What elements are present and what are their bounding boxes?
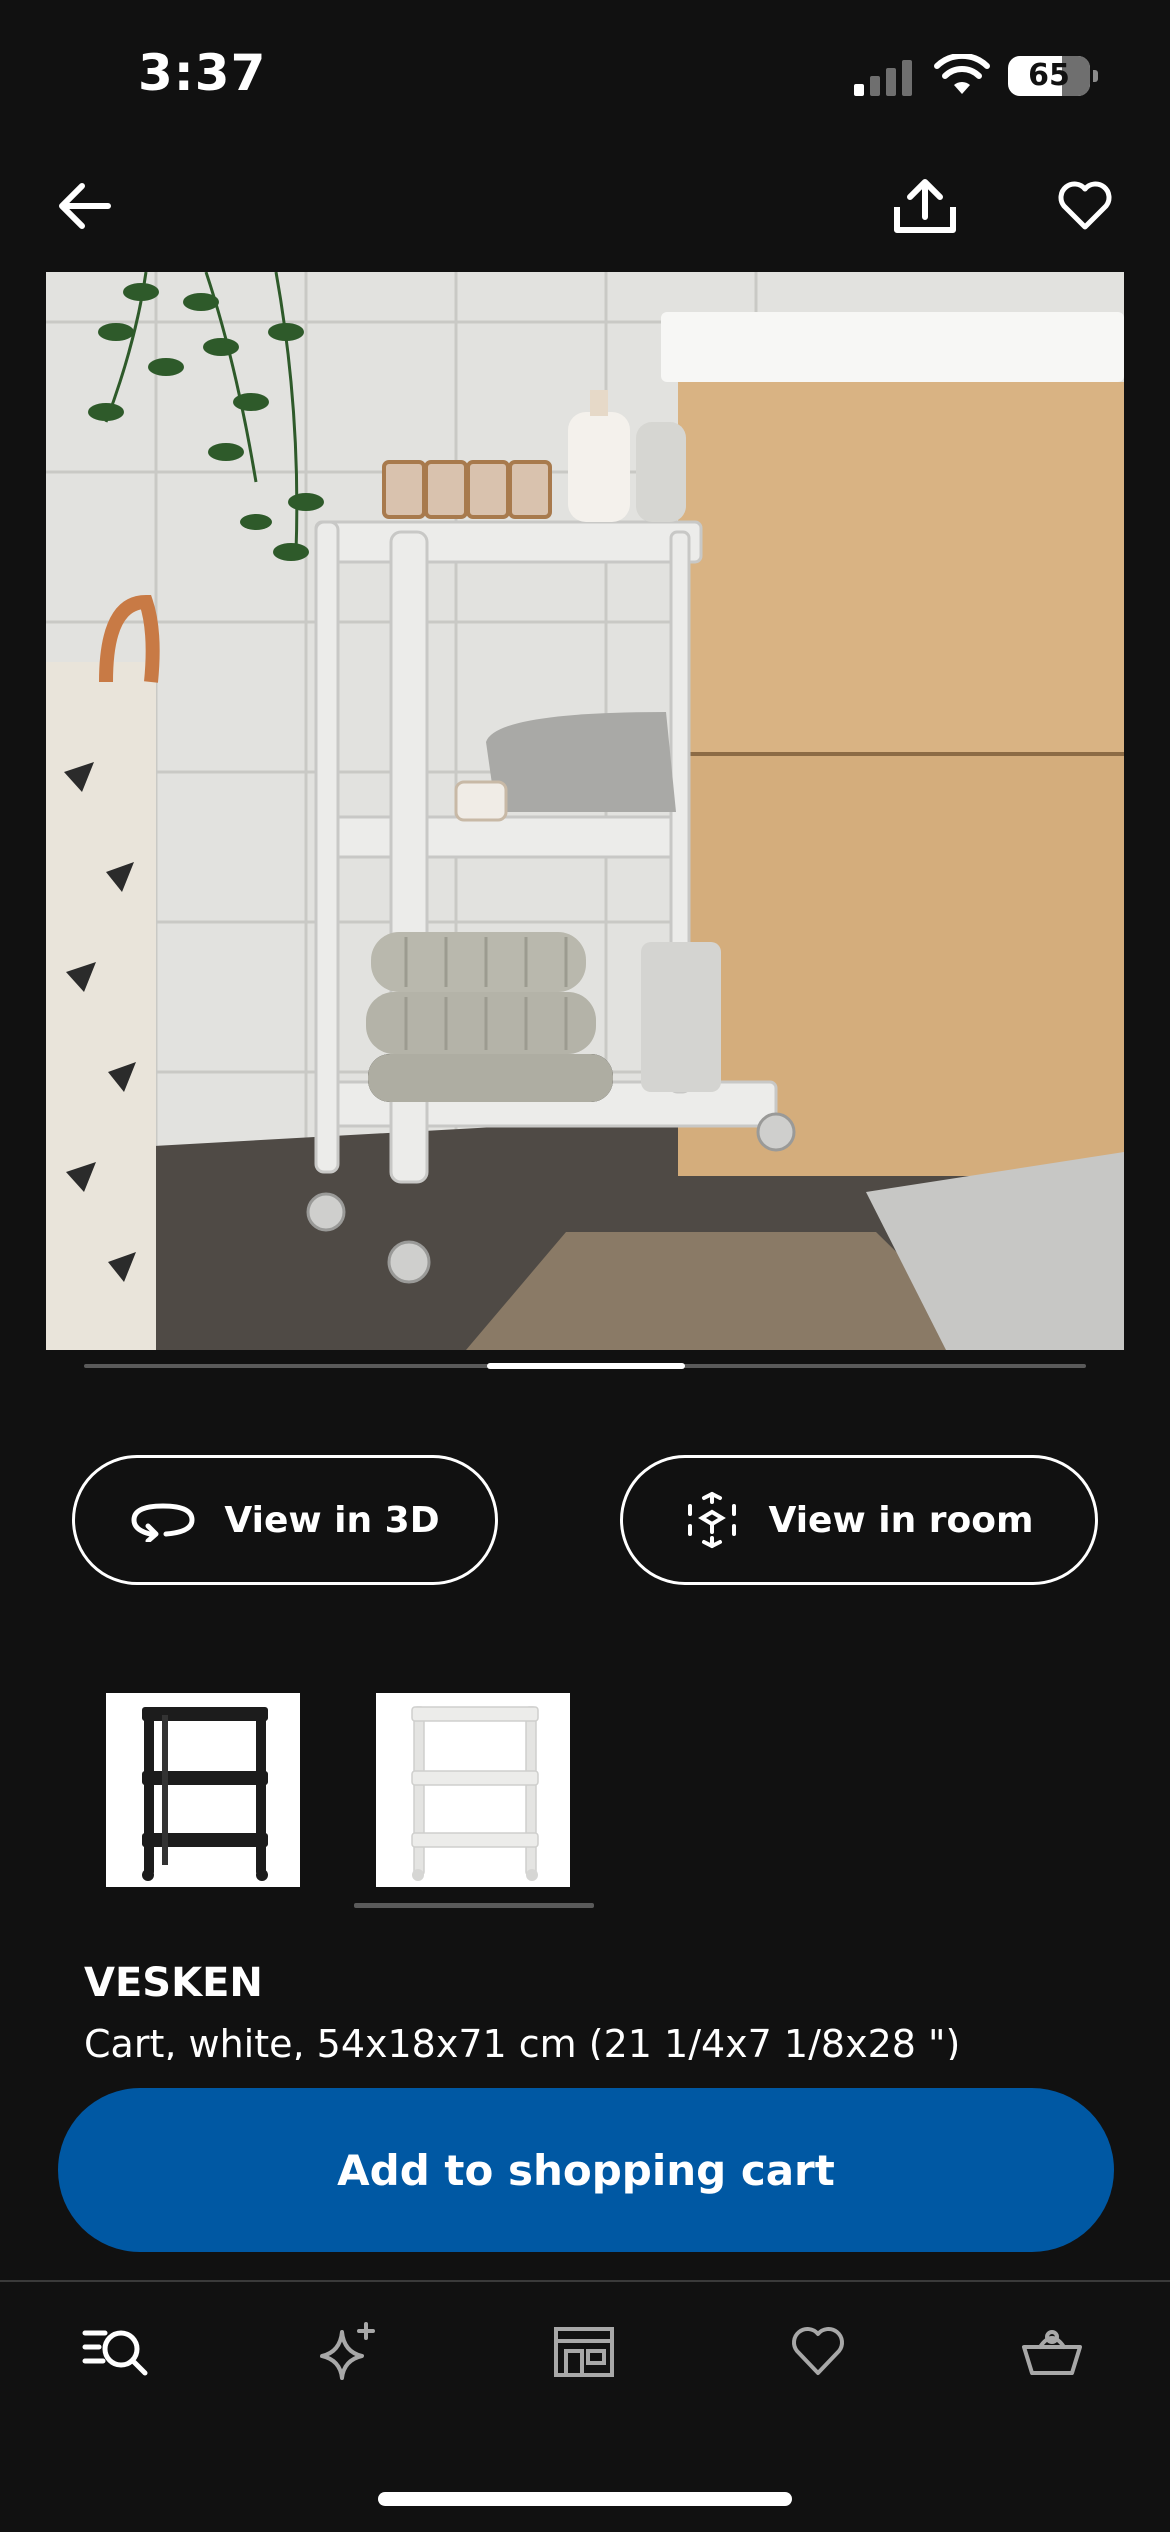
basket-icon	[1022, 2330, 1082, 2375]
view-in-3d-button[interactable]: View in 3D	[72, 1455, 498, 1585]
rotate-3d-icon	[131, 1503, 195, 1542]
carousel-indicator	[84, 1363, 1086, 1369]
heart-outline-icon	[1058, 181, 1112, 230]
sparkle-icon	[320, 2322, 375, 2380]
add-to-cart-button[interactable]: Add to shopping cart	[58, 2088, 1114, 2252]
view-in-3d-label: View in 3D	[224, 1499, 440, 1541]
heart-icon	[792, 2327, 844, 2375]
variant-white-thumbnail	[411, 1706, 539, 1881]
wifi-icon	[934, 54, 990, 94]
favorite-button[interactable]	[1044, 168, 1126, 244]
view-in-room-button[interactable]: View in room	[620, 1455, 1098, 1585]
product-description-container: Cart, white, 54x18x71 cm (21 1/4x7 1/8x2…	[84, 2018, 1104, 2060]
variant-black-thumbnail	[142, 1707, 268, 1881]
cellular-signal-icon	[854, 60, 912, 96]
product-photo	[46, 272, 1124, 1350]
battery-level: 65	[1028, 58, 1070, 93]
arrow-left-icon	[59, 183, 111, 229]
share-upload-icon	[894, 179, 956, 233]
status-bar: 3:37 65	[0, 0, 1170, 150]
home-indicator[interactable]	[378, 2492, 792, 2506]
augmented-reality-icon	[688, 1491, 737, 1549]
variant-selected-indicator	[354, 1903, 594, 1908]
variant-black[interactable]	[106, 1693, 300, 1887]
tab-inspiration[interactable]	[298, 2310, 398, 2392]
variant-white[interactable]	[376, 1693, 570, 1887]
view-in-room-label: View in room	[768, 1499, 1034, 1541]
status-time: 3:37	[138, 44, 267, 102]
battery-indicator: 65	[1008, 56, 1098, 96]
tab-search[interactable]	[66, 2310, 166, 2392]
product-description: Cart, white, 54x18x71 cm (21 1/4x7 1/8x2…	[84, 2022, 961, 2060]
product-name: VESKEN	[84, 1960, 263, 2006]
store-icon	[554, 2327, 614, 2377]
tab-favorites[interactable]	[768, 2310, 868, 2392]
product-image[interactable]	[46, 272, 1124, 1350]
back-button[interactable]	[44, 168, 124, 244]
search-icon	[82, 2330, 148, 2376]
tab-stores[interactable]	[534, 2310, 634, 2392]
carousel-indicator-active	[487, 1363, 685, 1369]
tab-bar-divider	[0, 2280, 1170, 2282]
share-button[interactable]	[880, 166, 970, 246]
tab-cart[interactable]	[1002, 2310, 1102, 2392]
